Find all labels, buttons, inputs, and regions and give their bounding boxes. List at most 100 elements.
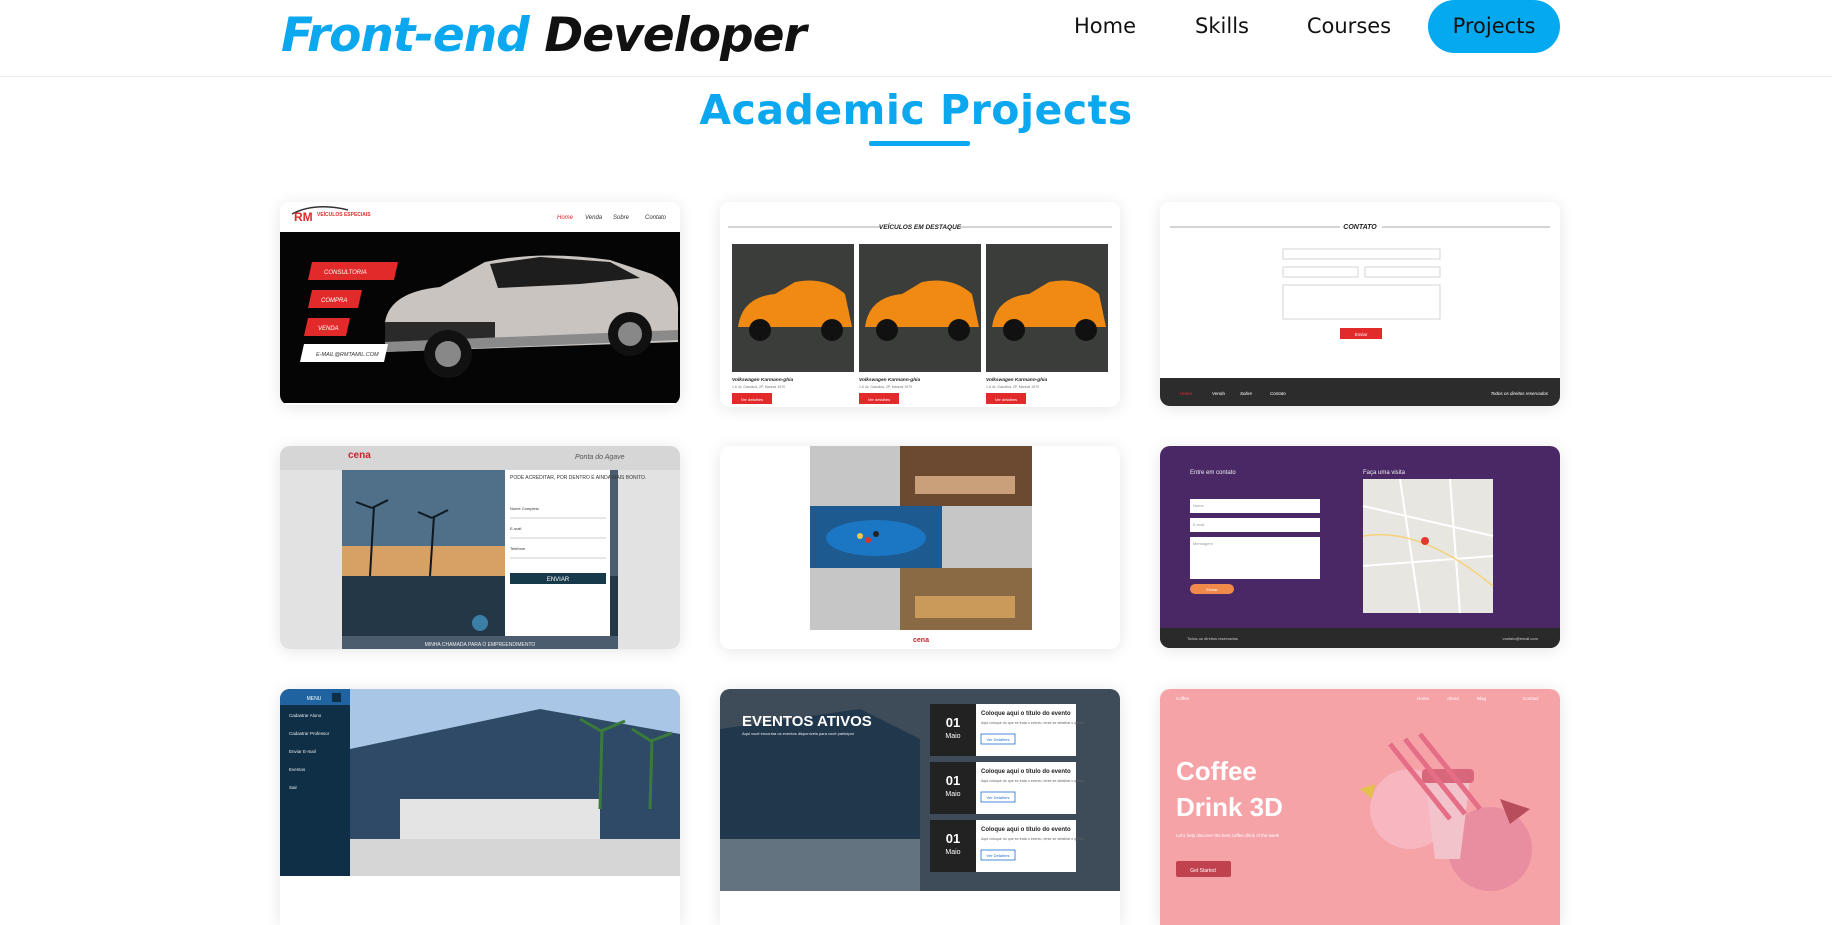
project-card-cena-gallery[interactable]: cena <box>720 446 1120 649</box>
thumb-footer-nav: Venda <box>1212 391 1225 396</box>
thumb-placeholder: E-mail <box>1193 522 1204 527</box>
thumb-footer-right: Todos os direitos reservados <box>1491 391 1549 396</box>
thumb-button: VENDA <box>318 326 339 332</box>
thumb-event-button: Ver Detalhes <box>987 795 1010 800</box>
thumb-car-meta: 1.6 4v, Gasolina, 2P, Manual 1970 <box>859 385 912 389</box>
project-thumbnail: CONTATO Enviar Home Venda Sobre Contato … <box>1160 202 1560 406</box>
project-thumbnail: RM VEÍCULOS ESPECIAIS Home Venda Sobre C… <box>280 202 680 405</box>
project-thumbnail: EVENTOS ATIVOS Aqui você encontra os eve… <box>720 689 1120 925</box>
thumb-nav-item: Contact <box>1523 696 1539 701</box>
thumb-month: Maio <box>945 849 960 856</box>
thumb-heading: EVENTOS ATIVOS <box>742 713 872 730</box>
thumb-field-label: Telefone <box>510 546 526 551</box>
project-card-coffee[interactable]: Coffee Home About Blog Contact Coffee Dr… <box>1160 689 1560 925</box>
event-card: 01 Maio Coloque aqui o título do evento … <box>930 820 1085 872</box>
thumb-button: Ver detalhes <box>868 397 890 402</box>
project-card-contato[interactable]: CONTATO Enviar Home Venda Sobre Contato … <box>1160 202 1560 406</box>
thumb-tagline: Let's help discover the best coffee drin… <box>1176 833 1280 838</box>
project-card-rm-veiculos[interactable]: RM VEÍCULOS ESPECIAIS Home Venda Sobre C… <box>280 202 680 405</box>
thumb-brand: cena <box>913 637 929 644</box>
thumb-nav-item: Blog <box>1477 696 1487 701</box>
thumb-menu-item: Eventos <box>289 767 306 772</box>
thumb-menu-item: Sair <box>289 785 298 790</box>
thumb-car-meta: 1.6 4v, Gasolina, 2P, Manual 1970 <box>986 385 1039 389</box>
thumb-brand: Coffee <box>1176 696 1190 701</box>
thumb-brand: RM <box>294 210 313 224</box>
nav-courses[interactable]: Courses <box>1292 0 1406 53</box>
thumb-brand: cena <box>348 450 371 461</box>
project-thumbnail: cena <box>720 446 1120 649</box>
thumb-placeholder: Nome <box>1193 503 1204 508</box>
thumb-nav-item: Venda <box>585 215 603 221</box>
thumb-submit: Enviar <box>1206 587 1218 592</box>
thumb-menu-item: Cadastrar Aluno <box>289 713 322 718</box>
thumb-button: Ver detalhes <box>995 397 1017 402</box>
thumb-email: E-MAIL@RMTAMIL.COM <box>316 352 379 358</box>
logo-front-end: Front-end <box>281 8 530 63</box>
thumb-heading: VEÍCULOS EM DESTAQUE <box>879 222 962 231</box>
thumb-submit: Enviar <box>1355 332 1368 337</box>
thumb-footer-nav: Sobre <box>1240 391 1253 396</box>
car-photo <box>859 244 981 372</box>
project-card-eventos[interactable]: EVENTOS ATIVOS Aqui você encontra os eve… <box>720 689 1120 925</box>
project-thumbnail: cena Ponta do Agave PODE ACREDITAR, POR … <box>280 446 680 649</box>
thumb-menu-item: Cadastrar Professor <box>289 731 330 736</box>
thumb-footer-right: contato@email.com <box>1503 636 1539 641</box>
thumb-submit: ENVIAR <box>547 577 570 583</box>
thumb-day: 01 <box>946 773 960 788</box>
thumb-menu-title: MENU <box>307 696 322 702</box>
project-thumbnail: MENU Cadastrar Aluno Cadastrar Professor… <box>280 689 680 925</box>
thumb-event-button: Ver Detalhes <box>987 853 1010 858</box>
thumb-event-title: Coloque aqui o título do evento <box>981 711 1071 717</box>
thumb-nav-item: Sobre <box>613 215 630 221</box>
thumb-event-text: Aqui coloque do que se trata o evento, t… <box>981 721 1085 725</box>
thumb-title: Coffee <box>1176 756 1257 786</box>
thumb-headline: PODE ACREDITAR, POR DENTRO É AINDA MAIS … <box>510 474 646 481</box>
thumb-event-text: Aqui coloque do que se trata o evento, t… <box>981 779 1085 783</box>
thumb-signature: Ponta do Agave <box>575 454 625 461</box>
thumb-subheading: Aqui você encontra os eventos disponívei… <box>742 731 855 736</box>
thumb-button: COMPRA <box>321 298 347 304</box>
project-card-cena-landing[interactable]: cena Ponta do Agave PODE ACREDITAR, POR … <box>280 446 680 649</box>
thumb-month: Maio <box>945 733 960 740</box>
thumb-car-name: Volkswagen Karmann-ghia <box>986 377 1047 383</box>
thumb-button: Ver detalhes <box>741 397 763 402</box>
car-photo <box>732 244 854 372</box>
thumb-day: 01 <box>946 831 960 846</box>
thumb-event-title: Coloque aqui o título do evento <box>981 827 1071 833</box>
thumb-car-name: Volkswagen Karmann-ghia <box>859 377 920 383</box>
thumb-day: 01 <box>946 715 960 730</box>
thumb-button: CONSULTORIA <box>324 270 367 276</box>
thumb-brand-sub: VEÍCULOS ESPECIAIS <box>317 210 371 218</box>
title-underline <box>869 141 970 146</box>
thumb-caption: MINHA CHAMADA PARA O EMPREENDIMENTO <box>425 642 536 648</box>
thumb-month: Maio <box>945 791 960 798</box>
project-thumbnail: Entre em contato Faça uma visita Nome E-… <box>1160 446 1560 648</box>
nav-skills[interactable]: Skills <box>1177 0 1267 53</box>
thumb-event-title: Coloque aqui o título do evento <box>981 769 1071 775</box>
thumb-heading: Entre em contato <box>1190 470 1236 476</box>
thumb-event-text: Aqui coloque do que se trata o evento, t… <box>981 837 1085 841</box>
event-card: 01 Maio Coloque aqui o título do evento … <box>930 762 1085 814</box>
nav-home[interactable]: Home <box>1054 0 1156 53</box>
thumb-car-name: Volkswagen Karmann-ghia <box>732 377 793 383</box>
logo-developer: Developer <box>544 8 807 63</box>
thumb-button: Get Started <box>1190 868 1216 874</box>
project-card-school-menu[interactable]: MENU Cadastrar Aluno Cadastrar Professor… <box>280 689 680 925</box>
site-logo[interactable]: Front-end Developer <box>281 6 807 66</box>
section-title: Academic Projects <box>699 86 1133 134</box>
thumb-footer-nav: Home <box>1180 391 1193 396</box>
thumb-nav-item: About <box>1447 696 1460 701</box>
project-card-contact-map[interactable]: Entre em contato Faça uma visita Nome E-… <box>1160 446 1560 648</box>
project-card-veiculos-destaque[interactable]: VEÍCULOS EM DESTAQUE Volkswagen Karmann-… <box>720 202 1120 407</box>
thumb-footer-left: Todos os direitos reservados <box>1187 636 1238 641</box>
car-photo <box>986 244 1108 372</box>
thumb-footer-nav: Contato <box>1270 391 1286 396</box>
thumb-nav-item: Home <box>557 215 574 221</box>
project-thumbnail: VEÍCULOS EM DESTAQUE Volkswagen Karmann-… <box>720 202 1120 407</box>
thumb-heading: CONTATO <box>1343 224 1377 231</box>
nav-projects[interactable]: Projects <box>1428 0 1560 53</box>
thumb-field-label: E-mail <box>510 526 521 531</box>
thumb-event-button: Ver Detalhes <box>987 737 1010 742</box>
thumb-nav-item: Home <box>1417 696 1430 701</box>
